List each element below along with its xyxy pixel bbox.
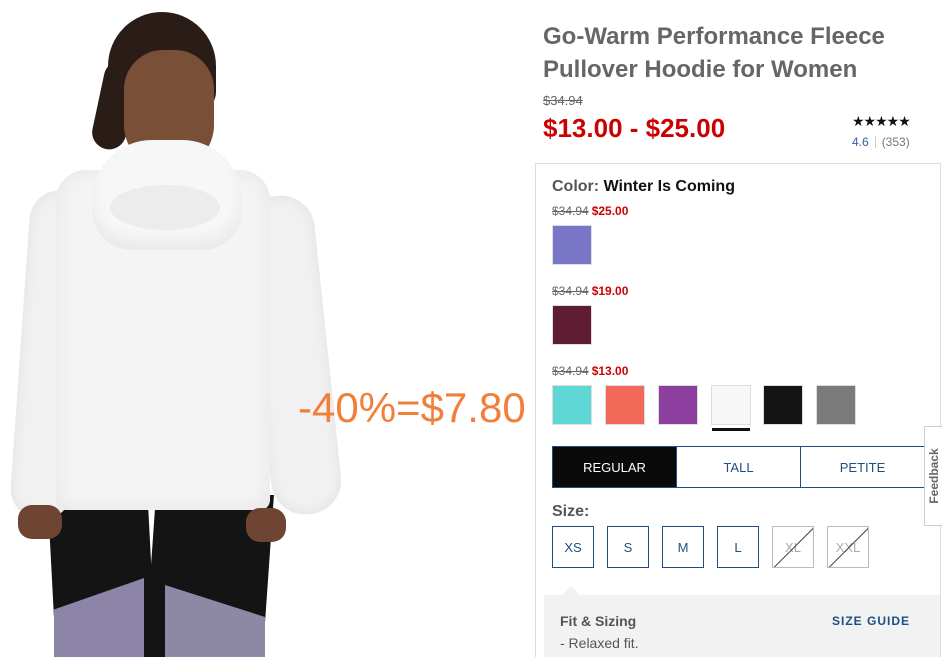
size-s-button[interactable]: S [607,526,649,568]
product-title: Go-Warm Performance Fleece Pullover Hood… [543,20,903,86]
color-price-group-1: $34.94 $25.00 [552,204,628,218]
swatch-coral[interactable] [605,385,645,425]
rating-value[interactable]: 4.6 [852,135,869,149]
color-label: Color: Winter Is Coming [552,178,735,196]
color-group-sale-price: $19.00 [591,284,629,298]
color-group-sale-price: $13.00 [591,364,629,378]
size-guide-link[interactable]: SIZE GUIDE [832,614,910,628]
feedback-tab[interactable]: Feedback [924,426,942,526]
rating-stars-icon: ★★★★★ [852,113,911,129]
tab-regular[interactable]: REGULAR [553,447,677,487]
rating-divider [874,136,876,148]
original-price: $34.94 [543,93,583,108]
swatch-white[interactable] [711,385,751,431]
model-hand-right [246,508,286,542]
promo-overlay-text: -40%=$7.80 [298,384,526,431]
model-hand-left [18,505,62,539]
review-count[interactable]: (353) [882,135,910,149]
color-group-original-price: $34.94 [552,364,589,378]
size-xl-button-unavailable[interactable]: XL [772,526,814,568]
product-rating[interactable]: ★★★★★ 4.6 (353) [852,113,932,149]
color-label-text: Color: [552,178,600,195]
fit-sizing-note: - Relaxed fit. [560,635,639,651]
color-price-group-3: $34.94 $13.00 [552,364,628,378]
product-options-panel: Color: Winter Is Coming $34.94 $25.00 $34… [535,163,941,657]
tab-tall[interactable]: TALL [677,447,801,487]
product-photo[interactable] [0,0,440,657]
color-group-original-price: $34.94 [552,204,589,218]
size-xs-button[interactable]: XS [552,526,594,568]
hoodie-cowl-neck [110,185,220,230]
swatch-violet[interactable] [658,385,698,425]
size-m-button[interactable]: M [662,526,704,568]
swatch-black[interactable] [763,385,803,425]
swatch-heather-purple[interactable] [552,225,592,265]
fit-sizing-box: Fit & Sizing - Relaxed fit. SIZE GUIDE [544,586,940,657]
size-label: Size: [552,503,590,520]
feedback-label: Feedback [926,448,941,504]
swatch-burgundy[interactable] [552,305,592,345]
color-group-original-price: $34.94 [552,284,589,298]
swatch-aqua[interactable] [552,385,592,425]
tab-petite[interactable]: PETITE [801,447,924,487]
color-price-group-2: $34.94 $19.00 [552,284,628,298]
fit-tabs: REGULAR TALL PETITE [552,446,925,488]
sale-price-range: $13.00 - $25.00 [543,113,726,143]
size-l-button[interactable]: L [717,526,759,568]
swatch-gray[interactable] [816,385,856,425]
fit-sizing-title: Fit & Sizing [560,613,637,629]
selected-color-name: Winter Is Coming [603,178,735,195]
product-title-line2: Pullover Hoodie for Women [543,56,858,83]
size-xxl-button-unavailable[interactable]: XXL [827,526,869,568]
size-options: XS S M L XL XXL [552,526,882,568]
color-group-sale-price: $25.00 [591,204,629,218]
product-title-line1: Go-Warm Performance Fleece [543,23,885,50]
